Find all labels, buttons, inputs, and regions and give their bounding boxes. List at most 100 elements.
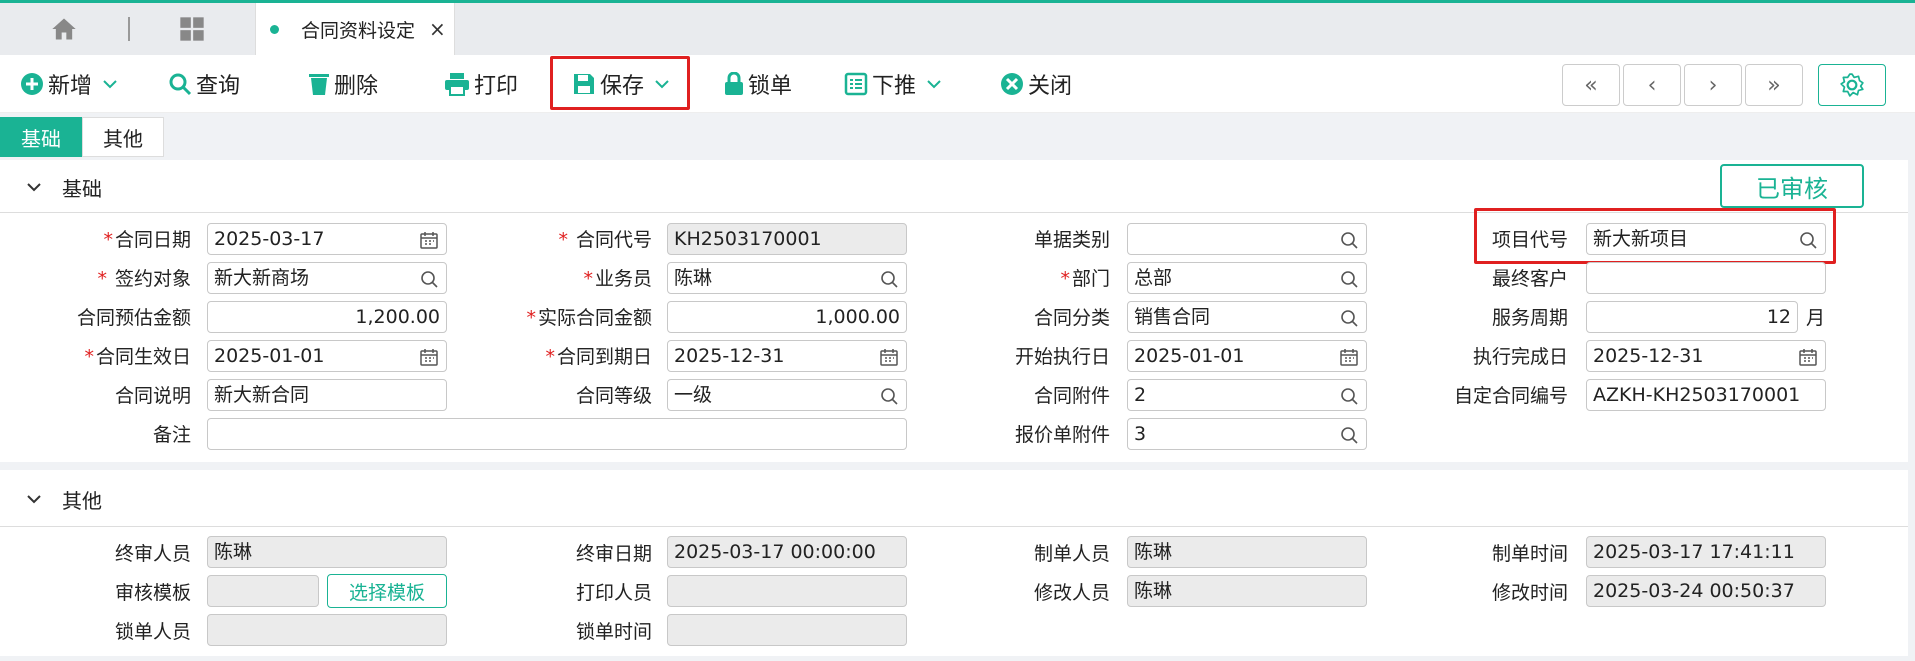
search-icon[interactable] (1340, 309, 1358, 327)
subtab-other[interactable]: 其他 (82, 117, 164, 157)
double-chevron-left-icon: « (1584, 72, 1598, 98)
quote-attachments-input[interactable]: 3 (1127, 418, 1367, 450)
active-dot-icon (270, 24, 279, 34)
chevron-right-icon: › (1708, 72, 1718, 98)
review-template-input[interactable] (207, 575, 319, 607)
service-period-input[interactable]: 12 (1586, 301, 1798, 333)
sub-tabs: 基础 其他 (0, 117, 164, 157)
tab-separator (128, 17, 130, 41)
custom-no-input[interactable]: AZKH-KH2503170001 (1586, 379, 1826, 411)
trash-icon (309, 74, 329, 95)
push-down-button[interactable]: 下推 (844, 55, 946, 113)
plus-circle-icon (21, 73, 43, 95)
label-doc-type: 单据类别 (1033, 229, 1110, 251)
salesman-input[interactable]: 陈琳 (667, 262, 907, 294)
gear-icon (1840, 73, 1864, 97)
search-icon[interactable] (1340, 231, 1358, 249)
label-contract-date: * 合同日期 (103, 229, 191, 251)
description-input[interactable]: 新大新合同 (207, 379, 447, 411)
first-record-button[interactable]: « (1562, 64, 1620, 106)
query-button[interactable]: 查询 (168, 55, 240, 113)
grade-input[interactable]: 一级 (667, 379, 907, 411)
contract-date-input[interactable]: 2025-03-17 (207, 223, 447, 255)
modifier-input[interactable]: 陈琳 (1127, 575, 1367, 607)
label-attachments: 合同附件 (1033, 385, 1110, 407)
creator-input[interactable]: 陈琳 (1127, 536, 1367, 568)
search-icon[interactable] (420, 270, 438, 288)
category-input[interactable]: 销售合同 (1127, 301, 1367, 333)
add-button[interactable]: 新增 (20, 55, 122, 113)
attachments-input[interactable]: 2 (1127, 379, 1367, 411)
estimated-amount-input[interactable]: 1,200.00 (207, 301, 447, 333)
calendar-icon[interactable] (420, 231, 438, 249)
tab-contract-settings[interactable]: 合同资料设定 × (255, 3, 455, 55)
label-final-reviewer: 终审人员 (114, 543, 191, 565)
label-remark: 备注 (152, 424, 191, 446)
expiry-date-input[interactable]: 2025-12-31 (667, 340, 907, 372)
document-list-icon (844, 72, 868, 96)
search-icon[interactable] (880, 387, 898, 405)
calendar-icon[interactable] (420, 348, 438, 366)
chevron-down-icon (27, 495, 41, 504)
label-category: 合同分类 (1033, 307, 1110, 329)
settings-button[interactable] (1818, 64, 1886, 106)
search-icon[interactable] (1340, 387, 1358, 405)
modify-time-input[interactable]: 2025-03-24 00:50:37 (1586, 575, 1826, 607)
lock-time-input[interactable] (667, 614, 907, 646)
exec-start-input[interactable]: 2025-01-01 (1127, 340, 1367, 372)
next-record-button[interactable]: › (1684, 64, 1742, 106)
section-basic-header[interactable]: 基础 (0, 162, 102, 212)
save-highlight-box (550, 56, 690, 110)
final-review-date-input[interactable]: 2025-03-17 00:00:00 (667, 536, 907, 568)
section-other-header[interactable]: 其他 (0, 474, 102, 524)
search-icon[interactable] (880, 270, 898, 288)
department-input[interactable]: 总部 (1127, 262, 1367, 294)
toolbar: 新增 查询 删除 打印 保存 锁单 下推 关闭 « ‹ › » (0, 55, 1915, 113)
chevron-down-icon (27, 183, 41, 192)
contract-code-input[interactable]: KH2503170001 (667, 223, 907, 255)
doc-type-input[interactable] (1127, 223, 1367, 255)
remark-input[interactable] (207, 418, 907, 450)
close-circle-icon (1001, 73, 1023, 95)
label-department: * 部门 (1060, 268, 1110, 290)
actual-amount-input[interactable]: 1,000.00 (667, 301, 907, 333)
tab-label: 合同资料设定 (301, 19, 416, 42)
final-reviewer-input[interactable]: 陈琳 (207, 536, 447, 568)
subtab-basic[interactable]: 基础 (0, 117, 82, 157)
printer-input[interactable] (667, 575, 907, 607)
prev-record-button[interactable]: ‹ (1623, 64, 1681, 106)
calendar-icon[interactable] (880, 348, 898, 366)
label-custom-no: 自定合同编号 (1453, 385, 1568, 407)
lock-button[interactable]: 锁单 (724, 55, 792, 113)
grid-icon[interactable] (178, 15, 206, 43)
label-create-time: 制单时间 (1491, 543, 1568, 565)
home-icon[interactable] (50, 15, 78, 43)
label-expiry-date: * 合同到期日 (545, 346, 652, 368)
chevron-down-icon[interactable] (102, 78, 118, 90)
search-icon[interactable] (1340, 426, 1358, 444)
end-customer-input[interactable] (1586, 262, 1826, 294)
label-locker: 锁单人员 (114, 621, 191, 643)
last-record-button[interactable]: » (1745, 64, 1803, 106)
effective-date-input[interactable]: 2025-01-01 (207, 340, 447, 372)
exec-end-input[interactable]: 2025-12-31 (1586, 340, 1826, 372)
double-chevron-right-icon: » (1767, 72, 1781, 98)
close-tab-icon[interactable]: × (429, 17, 446, 41)
create-time-input[interactable]: 2025-03-17 17:41:11 (1586, 536, 1826, 568)
label-contract-code: * 合同代号 (558, 229, 652, 251)
calendar-icon[interactable] (1340, 348, 1358, 366)
close-button[interactable]: 关闭 (1000, 55, 1072, 113)
print-button[interactable]: 打印 (444, 55, 518, 113)
select-template-button[interactable]: 选择模板 (327, 574, 447, 608)
delete-button[interactable]: 删除 (308, 55, 378, 113)
printer-icon (445, 73, 469, 96)
label-quote-attachments: 报价单附件 (1014, 424, 1110, 446)
counterparty-input[interactable]: 新大新商场 (207, 262, 447, 294)
section-divider (0, 526, 1908, 527)
label-salesman: * 业务员 (583, 268, 652, 290)
chevron-down-icon[interactable] (926, 78, 942, 90)
calendar-icon[interactable] (1799, 348, 1817, 366)
search-icon[interactable] (1340, 270, 1358, 288)
locker-input[interactable] (207, 614, 447, 646)
label-actual-amount: * 实际合同金额 (526, 307, 652, 329)
